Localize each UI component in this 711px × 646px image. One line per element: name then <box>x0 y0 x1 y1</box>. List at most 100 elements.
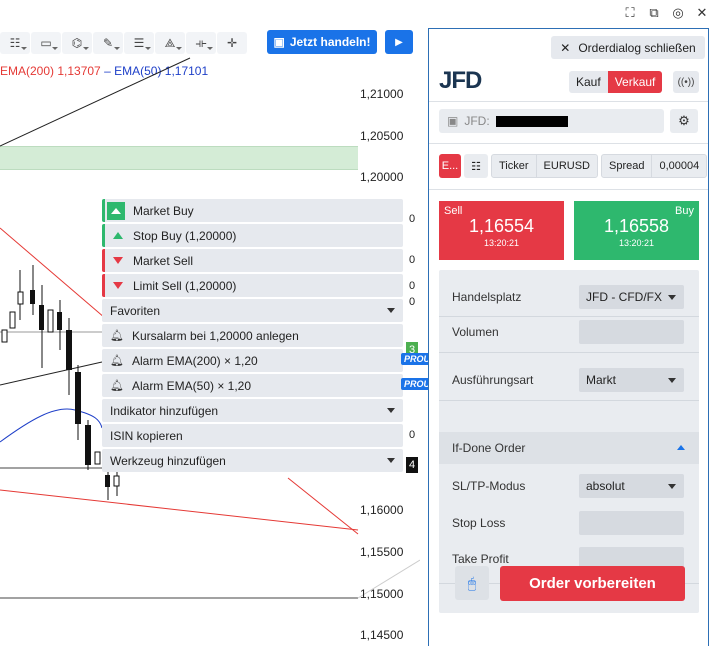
menu-label: Favoriten <box>110 303 161 318</box>
chevron-down-icon <box>387 308 395 313</box>
side-toggle: Kauf Verkauf <box>569 71 663 93</box>
close-label: Orderdialog schließen <box>578 40 696 55</box>
instrument-type-button[interactable]: E... <box>439 154 461 178</box>
menu-isin[interactable]: ISIN kopieren <box>102 424 403 447</box>
menu-label: Werkzeug hinzufügen <box>110 453 226 468</box>
price-label: 1,16000 <box>360 503 404 517</box>
stoploss-row: Stop Loss <box>452 510 687 536</box>
spread-label: Spread <box>602 155 653 177</box>
volumen-input[interactable] <box>579 320 684 344</box>
menu-label: Stop Buy (1,20000) <box>133 228 237 243</box>
close-icon[interactable]: ✕ <box>693 4 711 22</box>
settings-icon[interactable]: ◎ <box>669 4 687 22</box>
order-form: Handelsplatz JFD - CFD/FX Volumen Ausfüh… <box>439 270 699 613</box>
handelsplatz-select[interactable]: JFD - CFD/FX <box>579 285 684 309</box>
price-marker-black: 4 <box>406 457 418 473</box>
price-label: 1,15000 <box>360 587 404 601</box>
handelsplatz-row: Handelsplatz JFD - CFD/FX <box>452 284 687 310</box>
menu-label: Market Sell <box>133 253 194 268</box>
menu-label: Alarm EMA(200) × 1,20 <box>131 353 258 368</box>
ticker-value: EURUSD <box>543 160 590 172</box>
price-label: 1,21000 <box>360 87 404 101</box>
instrument-row: E... ☷ Ticker EURUSD Spread 0,00004 <box>439 154 708 178</box>
axis-mark: 0 <box>408 213 416 225</box>
window-controls: ⛶ ⧉ ◎ ✕ <box>621 4 711 22</box>
chevron-down-icon <box>387 408 395 413</box>
arrow-down-icon <box>113 282 123 289</box>
volumen-label: Volumen <box>452 325 499 339</box>
menu-favoriten[interactable]: Favoriten <box>102 299 403 322</box>
spread-value: 0,00004 <box>659 160 700 172</box>
account-selector[interactable]: ▣ JFD: <box>439 109 664 133</box>
buy-quote-button[interactable]: Buy 1,16558 13:20:21 <box>574 201 699 260</box>
kauf-tab[interactable]: Kauf <box>569 71 608 93</box>
menu-kursalarm[interactable]: 🔔︎ Kursalarm bei 1,20000 anlegen <box>102 324 403 347</box>
menu-label: Alarm EMA(50) × 1,20 <box>131 378 252 393</box>
menu-limit-sell[interactable]: Limit Sell (1,20000) <box>102 274 403 297</box>
price-label: 1,14500 <box>360 628 404 642</box>
menu-label: Indikator hinzufügen <box>110 403 219 418</box>
mouse-icon[interactable]: 🖱︎ <box>455 566 489 600</box>
buy-price: 1,16558 <box>603 216 670 236</box>
menu-indikator[interactable]: Indikator hinzufügen <box>102 399 403 422</box>
axis-mark: 0 <box>408 254 416 266</box>
divider <box>439 316 699 317</box>
chevron-down-icon <box>387 458 395 463</box>
account-prefix: JFD: <box>464 114 490 128</box>
fullscreen-icon[interactable]: ⛶ <box>621 4 639 22</box>
sell-price: 1,16554 <box>468 216 535 236</box>
menu-alarm-ema50[interactable]: 🔔︎ Alarm EMA(50) × 1,20 PROUP <box>102 374 439 397</box>
price-label: 1,20500 <box>360 129 404 143</box>
broker-logo: JFD <box>439 67 482 94</box>
chart-context-menu: Market Buy Stop Buy (1,20000) Market Sel… <box>102 199 439 474</box>
sell-quote-button[interactable]: Sell 1,16554 13:20:21 <box>439 201 564 260</box>
ticker-label: Ticker <box>492 155 537 177</box>
list-icon[interactable]: ☷ <box>464 154 488 178</box>
menu-label: Kursalarm bei 1,20000 anlegen <box>131 328 299 343</box>
price-label: 1,20000 <box>360 170 404 184</box>
buy-icon <box>107 201 125 220</box>
order-dialog: ✕ Orderdialog schließen JFD Kauf Verkauf… <box>428 28 709 646</box>
menu-label: Limit Sell (1,20000) <box>133 278 237 293</box>
menu-market-buy[interactable]: Market Buy <box>102 199 403 222</box>
sltp-row: SL/TP-Modus absolut <box>452 473 687 499</box>
divider <box>439 400 699 401</box>
sltp-select[interactable]: absolut <box>579 474 684 498</box>
account-settings-icon[interactable]: ⚙ <box>670 109 698 133</box>
ausfuehrung-select[interactable]: Markt <box>579 368 684 392</box>
close-order-dialog-button[interactable]: ✕ Orderdialog schließen <box>551 36 705 59</box>
verkauf-tab[interactable]: Verkauf <box>607 71 663 93</box>
arrow-up-icon <box>113 232 123 239</box>
ifdone-toggle[interactable]: If-Done Order <box>439 432 699 464</box>
bell-icon: 🔔︎ <box>110 380 124 392</box>
buy-time: 13:20:21 <box>618 238 655 248</box>
close-icon: ✕ <box>560 40 571 55</box>
volumen-row: Volumen <box>452 319 687 345</box>
divider <box>429 101 708 102</box>
popout-icon[interactable]: ⧉ <box>645 4 663 22</box>
broadcast-icon[interactable]: ((•)) <box>673 71 699 93</box>
sltp-label: SL/TP-Modus <box>452 479 526 493</box>
divider <box>429 143 708 144</box>
handelsplatz-label: Handelsplatz <box>452 290 522 304</box>
stoploss-label: Stop Loss <box>452 516 506 530</box>
prepare-order-button[interactable]: Order vorbereiten <box>500 566 685 601</box>
takeprofit-label: Take Profit <box>452 552 509 566</box>
menu-market-sell[interactable]: Market Sell <box>102 249 403 272</box>
menu-alarm-ema200[interactable]: 🔔︎ Alarm EMA(200) × 1,20 PROUP <box>102 349 439 372</box>
menu-label: Market Buy <box>133 203 194 218</box>
ticker-group: Ticker EURUSD <box>491 154 598 178</box>
menu-werkzeug[interactable]: Werkzeug hinzufügen <box>102 449 403 472</box>
arrow-down-icon <box>113 257 123 264</box>
price-label: 1,15500 <box>360 545 404 559</box>
ifdone-label: If-Done Order <box>452 441 526 455</box>
bell-icon: 🔔︎ <box>110 330 124 342</box>
menu-stop-buy[interactable]: Stop Buy (1,20000) <box>102 224 403 247</box>
redacted-account <box>495 115 568 127</box>
stoploss-input[interactable] <box>579 511 684 535</box>
sell-time: 13:20:21 <box>483 238 520 248</box>
divider <box>429 189 708 190</box>
axis-mark: 0 <box>408 296 416 308</box>
ausfuehrung-row: Ausführungsart Markt <box>452 367 687 393</box>
bell-icon: 🔔︎ <box>110 355 124 367</box>
